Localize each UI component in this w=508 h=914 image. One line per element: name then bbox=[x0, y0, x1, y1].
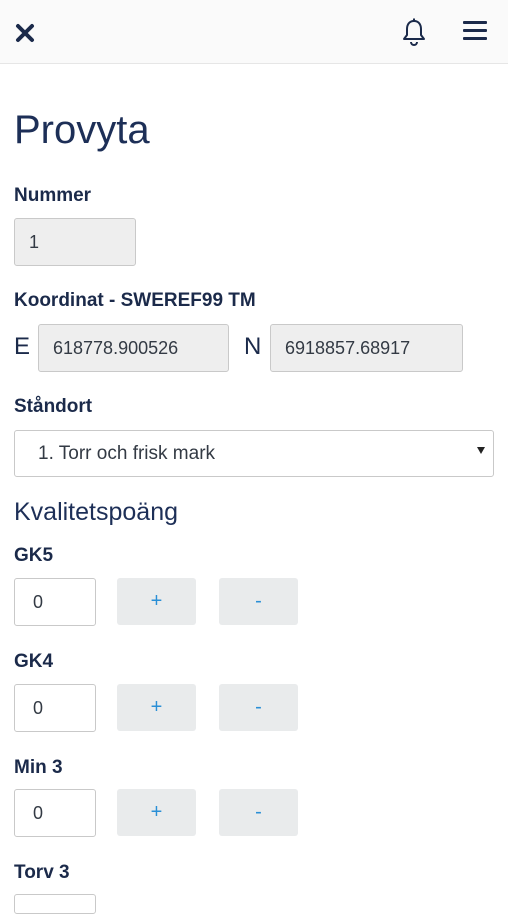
min3-plus-button[interactable]: + bbox=[117, 789, 196, 836]
standort-select[interactable]: 1. Torr och frisk mark bbox=[14, 430, 494, 477]
koordinat-label: Koordinat - SWEREF99 TM bbox=[14, 290, 256, 311]
page-title: Provyta bbox=[14, 108, 150, 152]
top-bar bbox=[0, 0, 508, 64]
gk4-label: GK4 bbox=[14, 651, 54, 672]
standort-selected-value: 1. Torr och frisk mark bbox=[38, 443, 216, 464]
gk4-plus-button[interactable]: + bbox=[117, 684, 196, 731]
notifications-button[interactable] bbox=[398, 16, 430, 48]
gk5-plus-button[interactable]: + bbox=[117, 578, 196, 625]
e-coordinate-field: 618778.900526 bbox=[38, 324, 229, 372]
gk5-label: GK5 bbox=[14, 545, 54, 566]
chevron-down-icon bbox=[477, 447, 485, 454]
n-coordinate-label: N bbox=[244, 333, 262, 360]
nummer-label: Nummer bbox=[14, 185, 92, 206]
torv3-label: Torv 3 bbox=[14, 862, 70, 883]
gk4-input[interactable]: 0 bbox=[14, 684, 96, 732]
min3-label: Min 3 bbox=[14, 757, 63, 778]
menu-button[interactable] bbox=[460, 18, 490, 46]
min3-minus-button[interactable]: - bbox=[219, 789, 298, 836]
kvalitetspoang-heading: Kvalitetspoäng bbox=[14, 498, 179, 526]
gk5-input[interactable]: 0 bbox=[14, 578, 96, 626]
gk4-minus-button[interactable]: - bbox=[219, 684, 298, 731]
n-coordinate-field: 6918857.68917 bbox=[270, 324, 463, 372]
close-icon bbox=[16, 24, 34, 42]
torv3-input[interactable] bbox=[14, 894, 96, 914]
close-button[interactable] bbox=[12, 20, 38, 46]
hamburger-menu-icon bbox=[460, 21, 490, 40]
standort-label: Ståndort bbox=[14, 396, 93, 417]
gk5-minus-button[interactable]: - bbox=[219, 578, 298, 625]
bell-icon bbox=[403, 18, 425, 47]
min3-input[interactable]: 0 bbox=[14, 789, 96, 837]
nummer-field: 1 bbox=[14, 218, 136, 266]
e-coordinate-label: E bbox=[14, 333, 31, 360]
